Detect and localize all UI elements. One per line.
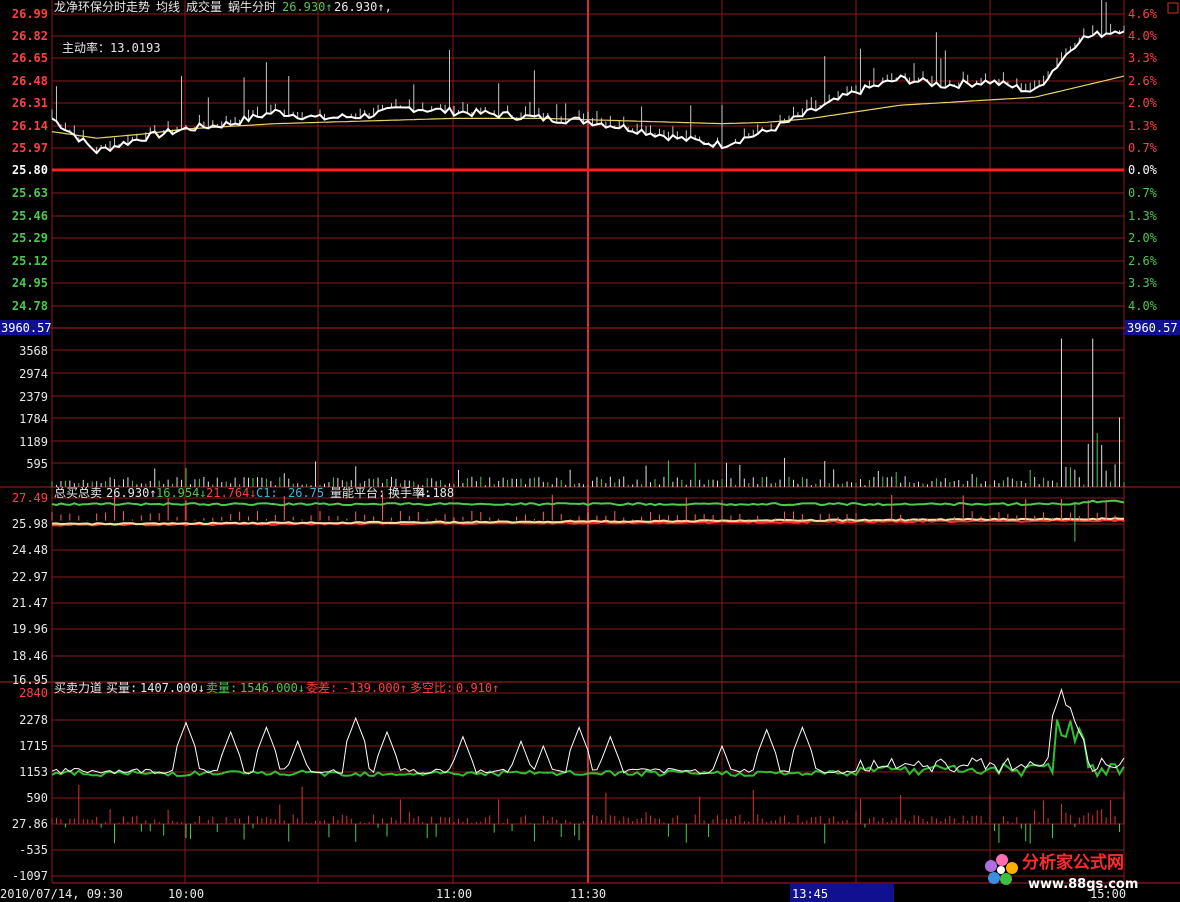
price-tick-right: 2.6% [1128,74,1158,88]
panel3-label-6: -139.000↑ [342,681,407,695]
price-tick-left: 26.65 [12,51,48,65]
time-label: 10:00 [168,887,204,901]
volume-tick: 3568 [19,344,48,358]
volume-label: 成交量 [186,0,222,14]
panel2-tick: 19.96 [12,622,48,636]
panel2-tick: 21.47 [12,596,48,610]
panel3-label-3: 卖量: [206,681,237,695]
volume-tick: 1189 [19,435,48,449]
panel3-label-2: 1407.000↓ [140,681,205,695]
panel3-tick: 27.86 [12,817,48,831]
price-tick-right: 3.3% [1128,276,1158,290]
time-label: 2010/07/14, 09:30 [0,887,123,901]
timeshare-chart[interactable]: 26.99 26.82 26.65 26.48 26.31 26.14 25.97 25.80… [0,0,1180,902]
price-value-2: 26.930↑, [334,0,392,14]
price-tick-right: 4.6% [1128,7,1158,21]
watermark-url: www.88gs.com [1028,877,1138,892]
price-tick-right: 3.3% [1128,51,1158,65]
price-tick-left: 26.48 [12,74,48,88]
panel2-tick: 22.97 [12,570,48,584]
time-label: 11:30 [570,887,606,901]
watermark: 分析家公式网 www.88gs.com [980,846,1180,896]
panel2-label-3: 21.764↓ [206,486,257,500]
active-rate: 主动率：13.0193 [62,40,161,55]
panel2-tick: 25.98 [12,517,48,531]
panel3-tick: 1715 [19,739,48,753]
price-tick-left: 26.31 [12,96,48,110]
watermark-cn: 分析家公式网 [1022,852,1124,873]
volume-tick: 595 [26,457,48,471]
panel2-label-2: 16.954↓ [156,486,207,500]
price-tick-right: 1.3% [1128,119,1158,133]
panel2-tick: 24.48 [12,543,48,557]
indicator-label: 蜗牛分时 [228,0,276,14]
panel3-tick: -535 [19,843,48,857]
flower-logo-icon [985,854,1018,885]
price-tick-right: 4.0% [1128,29,1158,43]
chart-window: 26.99 26.82 26.65 26.48 26.31 26.14 25.97 25.80… [0,0,1180,902]
price-tick-left: 25.63 [12,186,48,200]
price-tick-right: 2.0% [1128,231,1158,245]
panel3-label-8: 0.910↑ [456,681,499,695]
panel2-tick: 18.46 [12,649,48,663]
panel2-tick: 16.95 [12,673,48,687]
price-tick-right: 0.0% [1128,163,1158,177]
panel3-tick: 2278 [19,713,48,727]
price-tick-right: 1.3% [1128,209,1158,223]
price-tick-right: 4.0% [1128,299,1158,313]
chart-title: 龙净环保分时走势 [54,0,150,14]
price-tick-left: 25.97 [12,141,48,155]
volume-max-left: 3960.57 [1,321,52,335]
price-tick-left: 25.29 [12,231,48,245]
price-tick-left: 25.46 [12,209,48,223]
volume-tick: 2379 [19,390,48,404]
panel3-label-1: 买量: [106,681,137,695]
price-tick-left: 24.78 [12,299,48,313]
price-tick-right: 2.0% [1128,96,1158,110]
panel3-label-4: 1546.000↓ [240,681,305,695]
price-tick-right: 0.7% [1128,186,1158,200]
time-label-highlight: 13:45 [792,887,828,901]
price-tick-left: 26.14 [12,119,48,133]
panel3-label-7: 多空比: [410,681,453,695]
volume-max-right: 3960.57 [1127,321,1178,335]
price-tick-left: 26.82 [12,29,48,43]
panel3-label-5: 委差: [306,681,337,695]
avg-label: 均线 [156,0,180,14]
panel2-label-4: C1: [256,486,278,500]
panel2-tick: 27.49 [12,491,48,505]
panel2-label-8: 4.188 [418,486,454,500]
price-tick-left: 25.80 [12,163,48,177]
volume-tick: 1784 [19,412,48,426]
panel2-label-1: 26.930↑ [106,486,157,500]
panel3-label-0: 买卖力道 [54,681,102,695]
price-tick-left: 24.95 [12,276,48,290]
price-tick-right: 2.6% [1128,254,1158,268]
panel2-label-5: 26.75 [288,486,324,500]
price-tick-right: 0.7% [1128,141,1158,155]
panel3-tick: -1097 [12,869,48,883]
price-tick-left: 25.12 [12,254,48,268]
panel3-tick: 1153 [19,765,48,779]
volume-tick: 2974 [19,367,48,381]
panel2-label-0: 总买总卖 [54,486,102,500]
price-tick-left: 26.99 [12,7,48,21]
panel3-tick: 590 [26,791,48,805]
time-label: 11:00 [436,887,472,901]
panel3-tick: 2840 [19,686,48,700]
price-value: 26.930↑ [282,0,333,14]
panel2-label-6: 量能平台: [330,485,385,500]
